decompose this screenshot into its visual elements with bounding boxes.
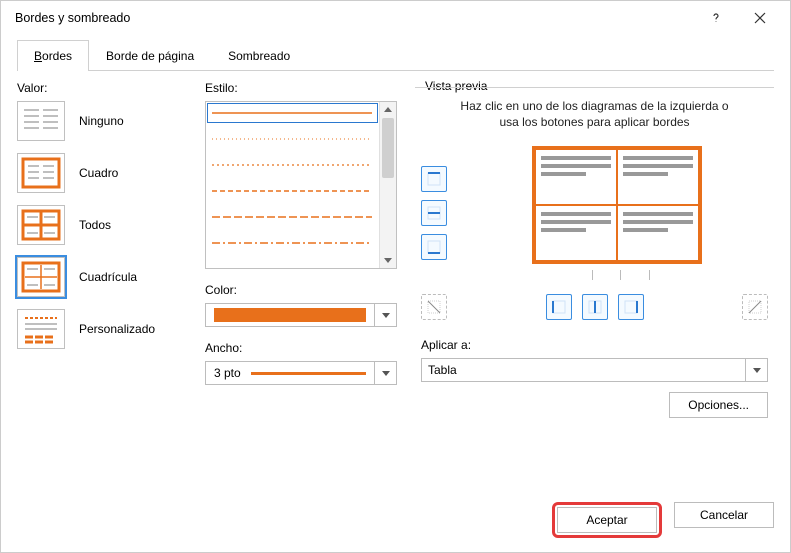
tab-borders[interactable]: Bordes xyxy=(17,40,89,71)
window-title: Bordes y sombreado xyxy=(15,11,694,25)
apply-to-dropdown-icon xyxy=(745,359,767,381)
apply-to-value: Tabla xyxy=(422,359,745,381)
help-button[interactable] xyxy=(694,3,738,33)
setting-box[interactable]: Cuadro xyxy=(17,153,187,193)
tab-page-border[interactable]: Borde de página xyxy=(89,40,211,71)
preview-help: Haz clic en uno de los diagramas de la i… xyxy=(421,98,768,130)
setting-column: Valor: Ninguno Cuadro Todos xyxy=(17,81,187,482)
setting-grid-label: Cuadrícula xyxy=(79,270,137,284)
style-list[interactable] xyxy=(205,101,397,269)
border-bottom-button[interactable] xyxy=(421,234,447,260)
ok-button[interactable]: Aceptar xyxy=(557,507,657,533)
border-top-button[interactable] xyxy=(421,166,447,192)
width-picker[interactable]: 3 pto xyxy=(205,361,397,385)
width-preview-line xyxy=(251,372,366,375)
preview-table[interactable] xyxy=(532,146,702,264)
color-label: Color: xyxy=(205,283,397,297)
titlebar: Bordes y sombreado xyxy=(1,1,790,35)
setting-none-label: Ninguno xyxy=(79,114,124,128)
apply-to-label: Aplicar a: xyxy=(421,338,768,352)
dialog-footer: Aceptar Cancelar xyxy=(1,494,790,552)
close-button[interactable] xyxy=(738,3,782,33)
style-scrollbar[interactable] xyxy=(379,102,396,268)
dialog-borders-shading: Bordes y sombreado Bordes Borde de págin… xyxy=(0,0,791,553)
border-diag-down-button[interactable] xyxy=(421,294,447,320)
border-left-button[interactable] xyxy=(546,294,572,320)
border-right-button[interactable] xyxy=(618,294,644,320)
apply-to-select[interactable]: Tabla xyxy=(421,358,768,382)
setting-label: Valor: xyxy=(17,81,187,95)
setting-all-label: Todos xyxy=(79,218,111,232)
border-hmiddle-button[interactable] xyxy=(421,200,447,226)
border-vmiddle-button[interactable] xyxy=(582,294,608,320)
style-label: Estilo: xyxy=(205,81,397,95)
setting-box-label: Cuadro xyxy=(79,166,118,180)
tab-strip: Bordes Borde de página Sombreado xyxy=(17,39,774,71)
setting-grid[interactable]: Cuadrícula xyxy=(17,257,187,297)
width-dropdown-icon xyxy=(374,362,396,384)
color-picker[interactable] xyxy=(205,303,397,327)
setting-all[interactable]: Todos xyxy=(17,205,187,245)
ok-highlight: Aceptar xyxy=(552,502,662,538)
color-dropdown-icon xyxy=(374,304,396,326)
width-value: 3 pto xyxy=(214,366,241,380)
setting-none[interactable]: Ninguno xyxy=(17,101,187,141)
cancel-button[interactable]: Cancelar xyxy=(674,502,774,528)
width-label: Ancho: xyxy=(205,341,397,355)
options-button[interactable]: Opciones... xyxy=(669,392,768,418)
setting-custom[interactable]: Personalizado xyxy=(17,309,187,349)
color-swatch xyxy=(214,308,366,322)
style-column: Estilo: Color: xyxy=(205,81,397,482)
tab-shading[interactable]: Sombreado xyxy=(211,40,307,71)
preview-column: Vista previa Haz clic en uno de los diag… xyxy=(415,81,774,482)
setting-custom-label: Personalizado xyxy=(79,322,155,336)
border-diag-up-button[interactable] xyxy=(742,294,768,320)
